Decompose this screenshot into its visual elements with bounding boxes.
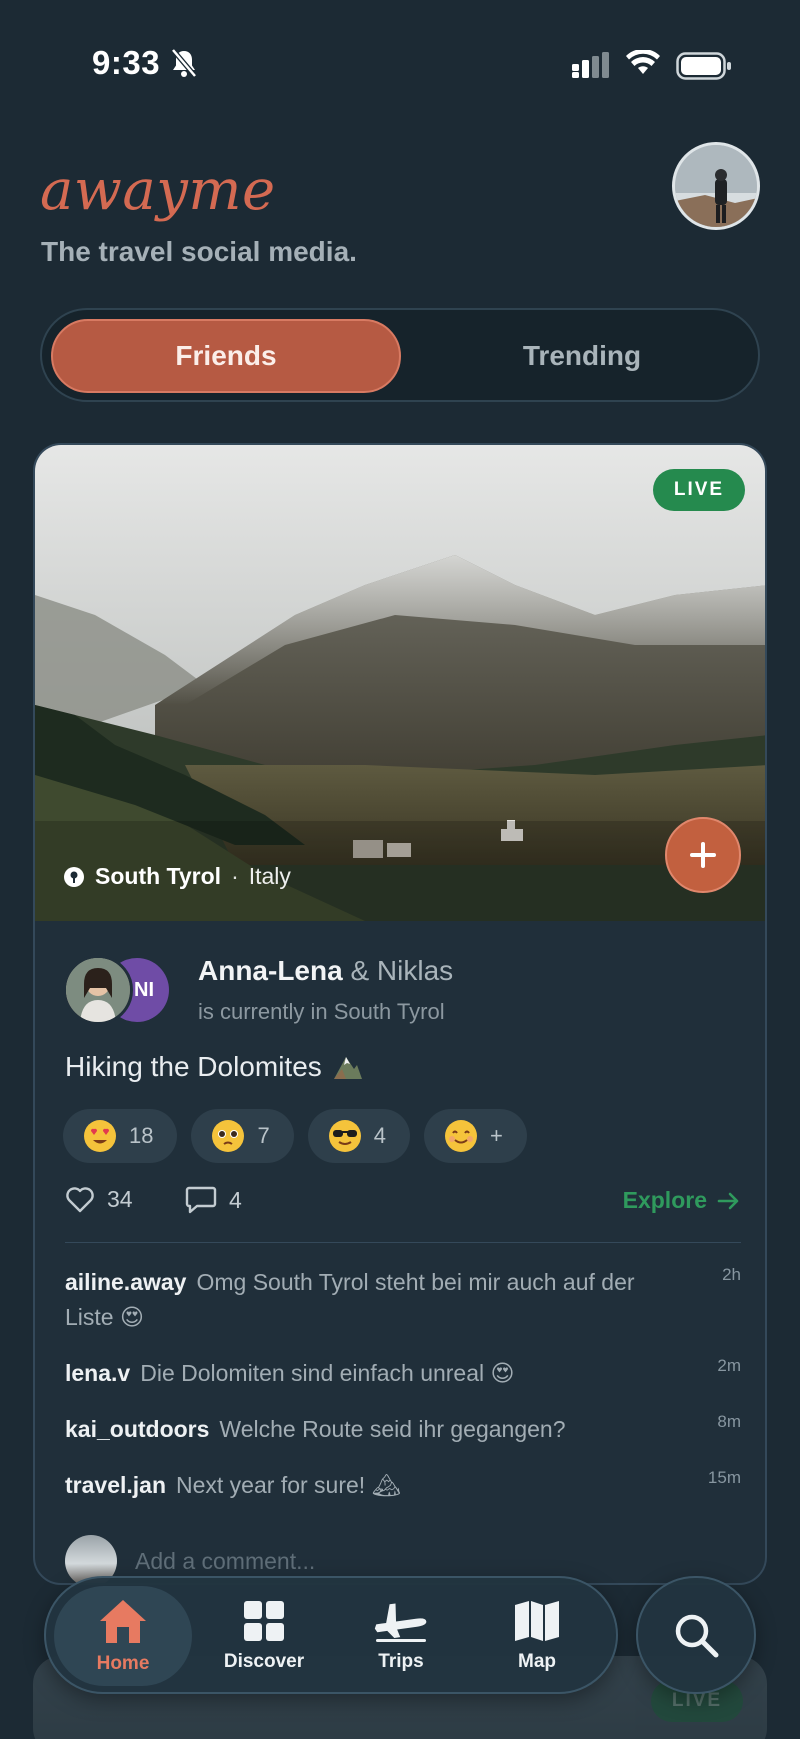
location-name: South Tyrol (95, 863, 222, 889)
post-caption: Hiking the Dolomites (65, 1051, 364, 1083)
author-status: is currently in South Tyrol (198, 999, 445, 1024)
comment-time: 2m (717, 1356, 741, 1375)
comment-input[interactable]: Add a comment... (135, 1548, 315, 1575)
comment-text: Die Dolomiten sind einfach unreal 😍 (140, 1360, 515, 1386)
post-photo[interactable]: LIVE South Tyrol · Italy (35, 445, 765, 921)
tab-label: Trips (378, 1651, 424, 1672)
comment-list: ailine.away Omg South Tyrol steht bei mir… (65, 1265, 741, 1524)
search-button[interactable] (636, 1576, 756, 1694)
landscape-image (35, 445, 765, 921)
comment-button[interactable]: 4 (185, 1185, 242, 1215)
status-time: 9:33 (92, 44, 161, 81)
location-pin-icon (64, 866, 84, 887)
reaction-count: 4 (373, 1123, 386, 1148)
status-bar: 9:33 (0, 0, 800, 120)
reaction-bar: 18 7 4 + (63, 1109, 527, 1163)
app-logo: awayme (40, 158, 276, 223)
pleading-face-emoji-icon (212, 1120, 245, 1152)
tab-trips[interactable]: Trips (332, 1586, 470, 1686)
live-badge: LIVE (653, 469, 745, 511)
avatar-anna-lena (63, 955, 133, 1025)
sunglasses-emoji-icon (328, 1120, 361, 1152)
add-button[interactable] (665, 817, 741, 893)
profile-photo (675, 145, 757, 227)
comment-username[interactable]: travel.jan (65, 1472, 166, 1498)
reaction-sunglasses[interactable]: 4 (307, 1109, 410, 1163)
comment-count: 4 (229, 1186, 242, 1213)
author-secondary: & Niklas (350, 955, 454, 986)
comment-item: ailine.away Omg South Tyrol steht bei mir… (65, 1265, 741, 1335)
reaction-add[interactable]: + (423, 1109, 527, 1163)
tab-label: Map (518, 1651, 556, 1672)
comment-item: travel.jan Next year for sure! 🏔 15m (65, 1468, 741, 1503)
tab-trending[interactable]: Trending (412, 319, 752, 393)
tab-label: Discover (223, 1651, 305, 1672)
map-icon (515, 1601, 559, 1641)
mountain-icon (333, 1057, 362, 1079)
cellular-signal-icon (572, 52, 609, 78)
explore-link[interactable]: Explore (623, 1187, 741, 1214)
tab-friends[interactable]: Friends (51, 319, 401, 393)
reaction-count: 18 (129, 1123, 154, 1148)
bell-muted-icon (171, 48, 197, 78)
comment-item: kai_outdoors Welche Route seid ihr gegang… (65, 1412, 741, 1447)
wifi-icon (626, 50, 660, 74)
tab-discover[interactable]: Discover (195, 1586, 333, 1686)
location-country: Italy (248, 863, 291, 889)
tab-label: Home (96, 1653, 150, 1674)
author-names[interactable]: Anna-Lena & Niklas (198, 955, 453, 987)
search-icon (675, 1614, 719, 1658)
like-button[interactable]: 34 (65, 1185, 133, 1213)
comment-username[interactable]: ailine.away (65, 1269, 186, 1295)
comment-username[interactable]: kai_outdoors (65, 1416, 209, 1442)
location-label[interactable]: South Tyrol · Italy (63, 863, 291, 890)
like-count: 34 (107, 1185, 133, 1212)
profile-avatar[interactable] (672, 142, 760, 230)
battery-icon (676, 52, 731, 80)
location-separator: · (231, 863, 239, 889)
plus-icon (690, 842, 716, 868)
comment-time: 2h (722, 1265, 741, 1284)
tab-map[interactable]: Map (468, 1586, 606, 1686)
grid-icon (244, 1601, 284, 1641)
tab-home[interactable]: Home (54, 1586, 192, 1686)
reaction-pleading[interactable]: 7 (191, 1109, 294, 1163)
smiling-face-emoji-icon (444, 1120, 477, 1152)
comment-text: Welche Route seid ihr gegangen? (219, 1416, 566, 1442)
comment-item: lena.v Die Dolomiten sind einfach unreal … (65, 1356, 741, 1391)
comment-username[interactable]: lena.v (65, 1360, 130, 1386)
author-primary: Anna-Lena (198, 955, 343, 986)
comment-time: 8m (717, 1412, 741, 1431)
home-icon (100, 1600, 146, 1643)
caption-text: Hiking the Dolomites (65, 1051, 322, 1082)
avatar-stack[interactable]: NI (63, 955, 173, 1025)
post-card: LIVE South Tyrol · Italy NI Anna-Lena & … (33, 443, 767, 1585)
heart-eyes-emoji-icon (84, 1120, 116, 1152)
comment-text: Next year for sure! 🏔 (176, 1472, 401, 1498)
divider (65, 1242, 741, 1243)
reaction-plus: + (489, 1123, 503, 1148)
comment-time: 15m (707, 1468, 741, 1487)
arrow-right-icon (717, 1192, 739, 1209)
tagline: The travel social media. (41, 236, 357, 267)
tab-bar: Home Discover Trips Map (44, 1576, 618, 1694)
plane-icon (374, 1603, 427, 1642)
reaction-heart-eyes[interactable]: 18 (63, 1109, 178, 1163)
post-author: NI Anna-Lena & Niklas is currently in So… (63, 955, 743, 1035)
heart-icon (66, 1187, 94, 1213)
post-actions: 34 4 Explore (65, 1185, 741, 1225)
reaction-count: 7 (257, 1123, 270, 1148)
avatar-initials: NI (134, 978, 154, 1001)
feed-toggle: Friends Trending (40, 308, 760, 402)
comment-icon (185, 1186, 217, 1214)
explore-label: Explore (622, 1187, 707, 1213)
